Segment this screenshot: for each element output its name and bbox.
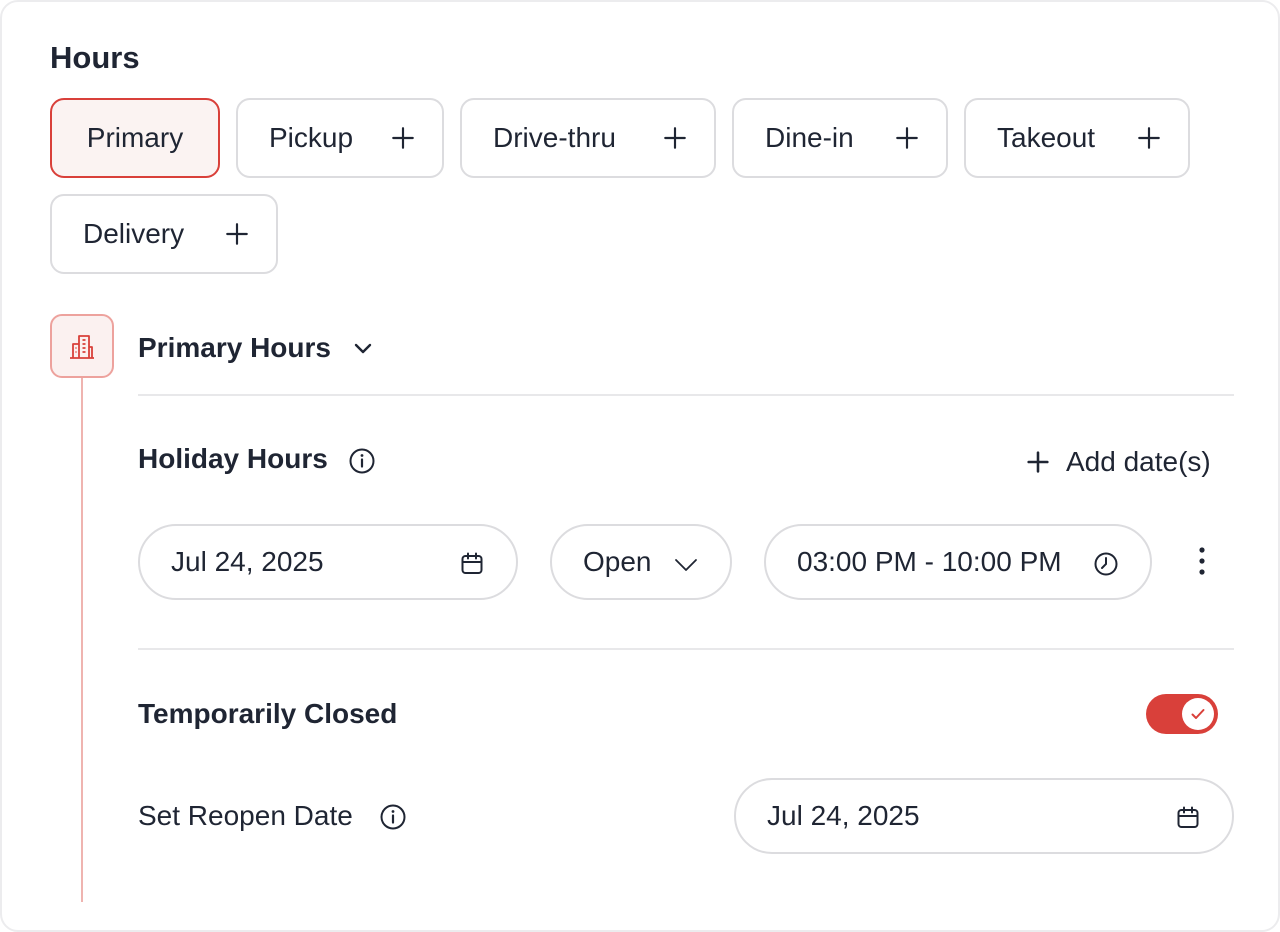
toggle-knob (1182, 698, 1214, 730)
clock-icon (1092, 550, 1120, 578)
add-dates-button[interactable]: Add date(s) (1024, 442, 1211, 482)
holiday-time-range-value: 03:00 PM - 10:00 PM (797, 546, 1062, 577)
plus-icon (894, 125, 920, 151)
temporarily-closed-title: Temporarily Closed (138, 698, 398, 729)
holiday-date-value: Jul 24, 2025 (171, 546, 324, 577)
plus-icon (1136, 125, 1162, 151)
holiday-status-value: Open (583, 546, 652, 577)
reopen-date-label: Set Reopen Date (138, 800, 353, 831)
tab-dine-in[interactable]: Dine-in (732, 98, 948, 178)
divider (138, 394, 1234, 396)
plus-icon (662, 125, 688, 151)
tab-drive-thru[interactable]: Drive-thru (460, 98, 716, 178)
tab-takeout[interactable]: Takeout (964, 98, 1190, 178)
info-icon[interactable] (347, 446, 377, 476)
building-icon (50, 314, 114, 378)
calendar-icon (1174, 804, 1202, 832)
chevron-down-icon (672, 550, 700, 578)
more-options-button[interactable] (1186, 542, 1218, 582)
hours-card: Hours Primary Pickup Drive-thru Dine-in … (0, 0, 1280, 932)
tab-dine-in-label: Dine-in (765, 122, 854, 153)
primary-hours-toggle[interactable]: Primary Hours (138, 328, 375, 368)
holiday-date-picker[interactable]: Jul 24, 2025 (138, 524, 518, 600)
timeline-line (81, 378, 83, 902)
tab-delivery-label: Delivery (83, 218, 185, 249)
tab-delivery[interactable]: Delivery (50, 194, 278, 274)
temporarily-closed-toggle[interactable] (1146, 694, 1218, 734)
kebab-icon (1199, 547, 1205, 575)
tab-pickup[interactable]: Pickup (236, 98, 444, 178)
chevron-down-icon (351, 336, 375, 360)
tab-pickup-label: Pickup (269, 122, 354, 153)
reopen-date-value: Jul 24, 2025 (767, 800, 920, 831)
tab-primary-label: Primary (86, 122, 184, 153)
holiday-time-range-picker[interactable]: 03:00 PM - 10:00 PM (764, 524, 1152, 600)
primary-hours-title: Primary Hours (138, 332, 331, 363)
tab-drive-thru-label: Drive-thru (493, 122, 616, 153)
holiday-status-select[interactable]: Open (550, 524, 732, 600)
holiday-hours-title: Holiday Hours (138, 443, 328, 474)
plus-icon (390, 125, 416, 151)
check-icon (1191, 709, 1205, 719)
reopen-date-picker[interactable]: Jul 24, 2025 (734, 778, 1234, 854)
info-icon[interactable] (378, 802, 408, 832)
plus-icon (1024, 448, 1052, 476)
calendar-icon (458, 550, 486, 578)
tab-takeout-label: Takeout (997, 122, 1096, 153)
card-title: Hours (50, 40, 140, 75)
plus-icon (224, 221, 250, 247)
divider (138, 648, 1234, 650)
add-dates-label: Add date(s) (1066, 446, 1211, 477)
tab-primary[interactable]: Primary (50, 98, 220, 178)
